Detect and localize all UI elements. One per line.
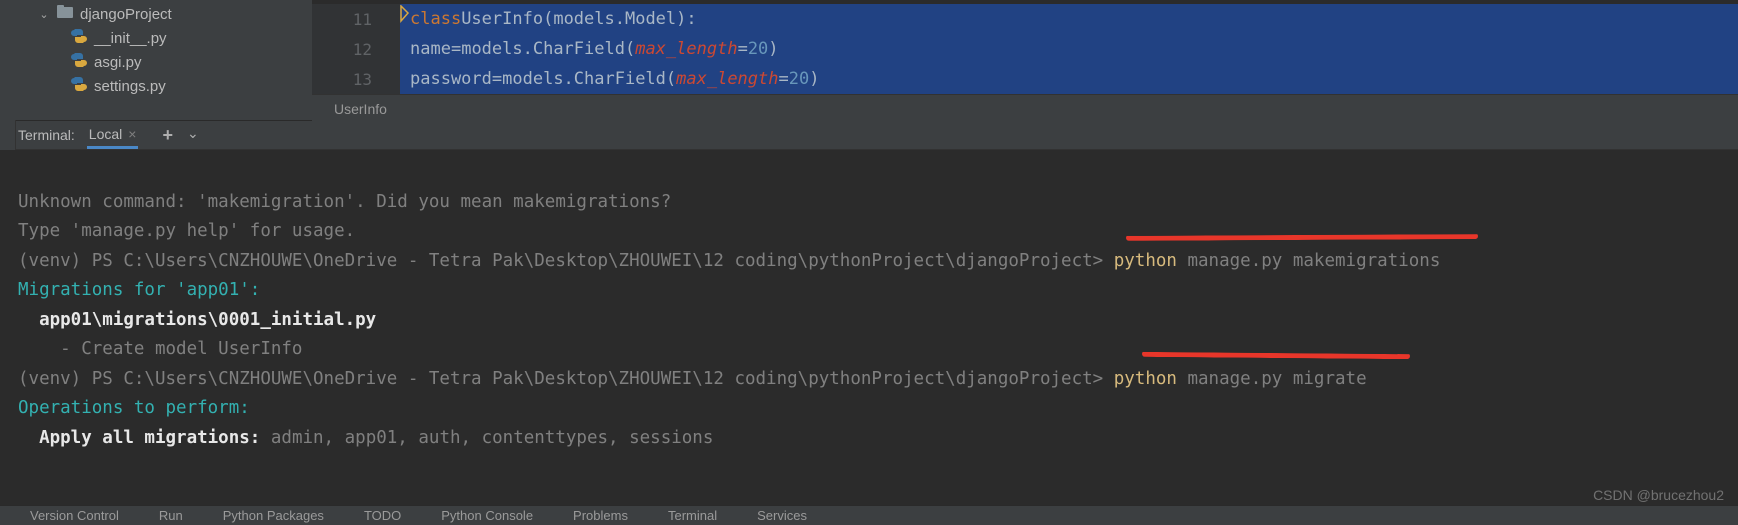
tree-folder-row[interactable]: ⌄ djangoProject: [0, 2, 312, 26]
add-terminal-icon[interactable]: +: [162, 125, 173, 146]
breadcrumb-item[interactable]: UserInfo: [334, 101, 387, 117]
file-label: settings.py: [94, 78, 166, 95]
bottom-tab[interactable]: Problems: [573, 508, 628, 523]
watermark: CSDN @brucezhou2: [1593, 487, 1724, 503]
code-line[interactable]: 13 password = models.CharField(max_lengt…: [312, 64, 1738, 94]
line-number: 13: [312, 64, 400, 94]
terminal-output[interactable]: Unknown command: 'makemigration'. Did yo…: [0, 150, 1738, 516]
terminal-tab[interactable]: Local ×: [87, 121, 139, 149]
terminal-title: Terminal:: [18, 127, 75, 143]
terminal-line: Apply all migrations: admin, app01, auth…: [18, 428, 713, 448]
annotation-underline: [1142, 351, 1410, 359]
project-tree[interactable]: ⌄ djangoProject __init__.py asgi.py sett…: [0, 0, 312, 120]
code-content[interactable]: class UserInfo(models.Model):: [400, 4, 1738, 34]
terminal-line: Type 'manage.py help' for usage.: [18, 221, 355, 241]
bottom-tab[interactable]: Terminal: [668, 508, 717, 523]
line-number: 11: [312, 4, 400, 34]
python-file-icon: [70, 76, 88, 96]
terminal-dropdown-icon[interactable]: ⌄: [187, 125, 199, 146]
terminal-prompt: (venv) PS C:\Users\CNZHOUWE\OneDrive - T…: [18, 369, 1367, 389]
folder-label: djangoProject: [80, 6, 172, 23]
terminal-prompt: (venv) PS C:\Users\CNZHOUWE\OneDrive - T…: [18, 251, 1440, 271]
bottom-tab[interactable]: Services: [757, 508, 807, 523]
python-file-icon: [70, 28, 88, 48]
code-editor[interactable]: 11 class UserInfo(models.Model): 12 name…: [312, 0, 1738, 120]
annotation-underline: [1126, 233, 1478, 241]
breadcrumb[interactable]: UserInfo: [312, 94, 1738, 122]
editor-lines: 11 class UserInfo(models.Model): 12 name…: [312, 0, 1738, 94]
python-file-icon: [70, 52, 88, 72]
close-icon[interactable]: ×: [128, 126, 136, 142]
bottom-tab[interactable]: Run: [159, 508, 183, 523]
file-label: __init__.py: [94, 30, 167, 47]
terminal-line: Operations to perform:: [18, 398, 250, 418]
code-content[interactable]: password = models.CharField(max_length=2…: [400, 64, 1738, 94]
bottom-tab[interactable]: Python Packages: [223, 508, 324, 523]
tree-file-row[interactable]: settings.py: [0, 74, 312, 98]
terminal-line: - Create model UserInfo: [18, 339, 302, 359]
code-content[interactable]: name = models.CharField(max_length=20): [400, 34, 1738, 64]
file-label: asgi.py: [94, 54, 142, 71]
chevron-down-icon[interactable]: ⌄: [38, 8, 50, 21]
terminal-line: app01\migrations\0001_initial.py: [18, 310, 376, 330]
folder-icon: [56, 5, 74, 23]
bottom-toolwindow-bar: Version Control Run Python Packages TODO…: [0, 505, 1738, 525]
line-number: 12: [312, 34, 400, 64]
gutter-marker-icon: [400, 5, 410, 23]
tree-file-row[interactable]: asgi.py: [0, 50, 312, 74]
terminal-toolbar: Terminal: Local × + ⌄: [0, 120, 1738, 150]
top-area: ⌄ djangoProject __init__.py asgi.py sett…: [0, 0, 1738, 120]
terminal-line: Migrations for 'app01':: [18, 280, 260, 300]
code-line[interactable]: 11 class UserInfo(models.Model):: [312, 4, 1738, 34]
code-line[interactable]: 12 name = models.CharField(max_length=20…: [312, 34, 1738, 64]
terminal-tab-label: Local: [89, 126, 122, 142]
bottom-tab[interactable]: Python Console: [441, 508, 533, 523]
tree-file-row[interactable]: __init__.py: [0, 26, 312, 50]
bottom-tab[interactable]: Version Control: [30, 508, 119, 523]
terminal-line: Unknown command: 'makemigration'. Did yo…: [18, 192, 671, 212]
bottom-tab[interactable]: TODO: [364, 508, 401, 523]
